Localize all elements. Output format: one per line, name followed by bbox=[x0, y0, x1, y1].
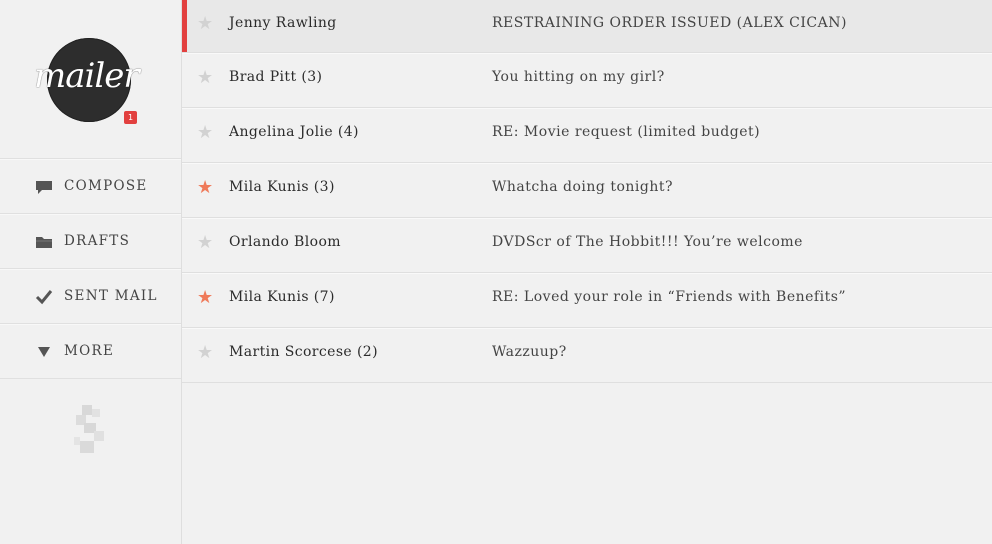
star-icon[interactable]: ★ bbox=[197, 122, 213, 144]
logo-area: mailer 1 bbox=[0, 0, 181, 159]
message-subject: DVDScr of The Hobbit!!! You’re welcome bbox=[492, 234, 803, 250]
triangle-down-icon bbox=[34, 342, 54, 362]
nav-compose[interactable]: COMPOSE bbox=[0, 159, 181, 214]
message-row[interactable]: ★ Brad Pitt (3) You hitting on my girl? bbox=[182, 53, 992, 108]
logo-text: mailer bbox=[34, 56, 140, 96]
active-indicator bbox=[182, 0, 187, 52]
star-icon[interactable]: ★ bbox=[197, 232, 213, 254]
nav-label-more: MORE bbox=[64, 343, 115, 359]
speech-bubble-icon bbox=[34, 177, 54, 197]
message-subject: You hitting on my girl? bbox=[492, 69, 665, 85]
nav-sent-mail[interactable]: SENT MAIL bbox=[0, 269, 181, 324]
message-subject: RE: Loved your role in “Friends with Ben… bbox=[492, 289, 847, 305]
nav-label-sent-mail: SENT MAIL bbox=[64, 288, 158, 304]
message-subject: RE: Movie request (limited budget) bbox=[492, 124, 761, 140]
star-icon[interactable]: ★ bbox=[197, 177, 213, 199]
message-row[interactable]: ★ Martin Scorcese (2) Wazzuup? bbox=[182, 328, 992, 383]
message-row[interactable]: ★ Angelina Jolie (4) RE: Movie request (… bbox=[182, 108, 992, 163]
nav-more[interactable]: MORE bbox=[0, 324, 181, 379]
message-sender: Martin Scorcese (2) bbox=[229, 344, 378, 360]
message-subject: RESTRAINING ORDER ISSUED (ALEX CICAN) bbox=[492, 15, 847, 31]
message-row[interactable]: ★ Orlando Bloom DVDScr of The Hobbit!!! … bbox=[182, 218, 992, 273]
folder-icon bbox=[34, 232, 54, 252]
message-sender: Angelina Jolie (4) bbox=[229, 124, 359, 140]
unread-badge: 1 bbox=[124, 111, 137, 124]
nav-label-drafts: DRAFTS bbox=[64, 233, 131, 249]
message-sender: Orlando Bloom bbox=[229, 234, 341, 250]
star-icon[interactable]: ★ bbox=[197, 342, 213, 364]
message-sender: Mila Kunis (3) bbox=[229, 179, 335, 195]
message-row[interactable]: ★ Mila Kunis (7) RE: Loved your role in … bbox=[182, 273, 992, 328]
nav-drafts[interactable]: DRAFTS bbox=[0, 214, 181, 269]
message-list: ★ Jenny Rawling RESTRAINING ORDER ISSUED… bbox=[182, 0, 992, 383]
message-row[interactable]: ★ Jenny Rawling RESTRAINING ORDER ISSUED… bbox=[182, 0, 992, 53]
message-subject: Wazzuup? bbox=[492, 344, 567, 360]
star-icon[interactable]: ★ bbox=[197, 67, 213, 89]
nav-label-compose: COMPOSE bbox=[64, 178, 148, 194]
sidebar: mailer 1 COMPOSE DRAFTS SENT MAIL MORE bbox=[0, 0, 182, 544]
brand-mark-icon bbox=[70, 403, 110, 457]
checkmark-icon bbox=[34, 287, 54, 307]
message-sender: Jenny Rawling bbox=[229, 15, 337, 31]
star-icon[interactable]: ★ bbox=[197, 287, 213, 309]
message-subject: Whatcha doing tonight? bbox=[492, 179, 673, 195]
message-row[interactable]: ★ Mila Kunis (3) Whatcha doing tonight? bbox=[182, 163, 992, 218]
message-sender: Mila Kunis (7) bbox=[229, 289, 335, 305]
star-icon[interactable]: ★ bbox=[197, 13, 213, 35]
message-sender: Brad Pitt (3) bbox=[229, 69, 323, 85]
